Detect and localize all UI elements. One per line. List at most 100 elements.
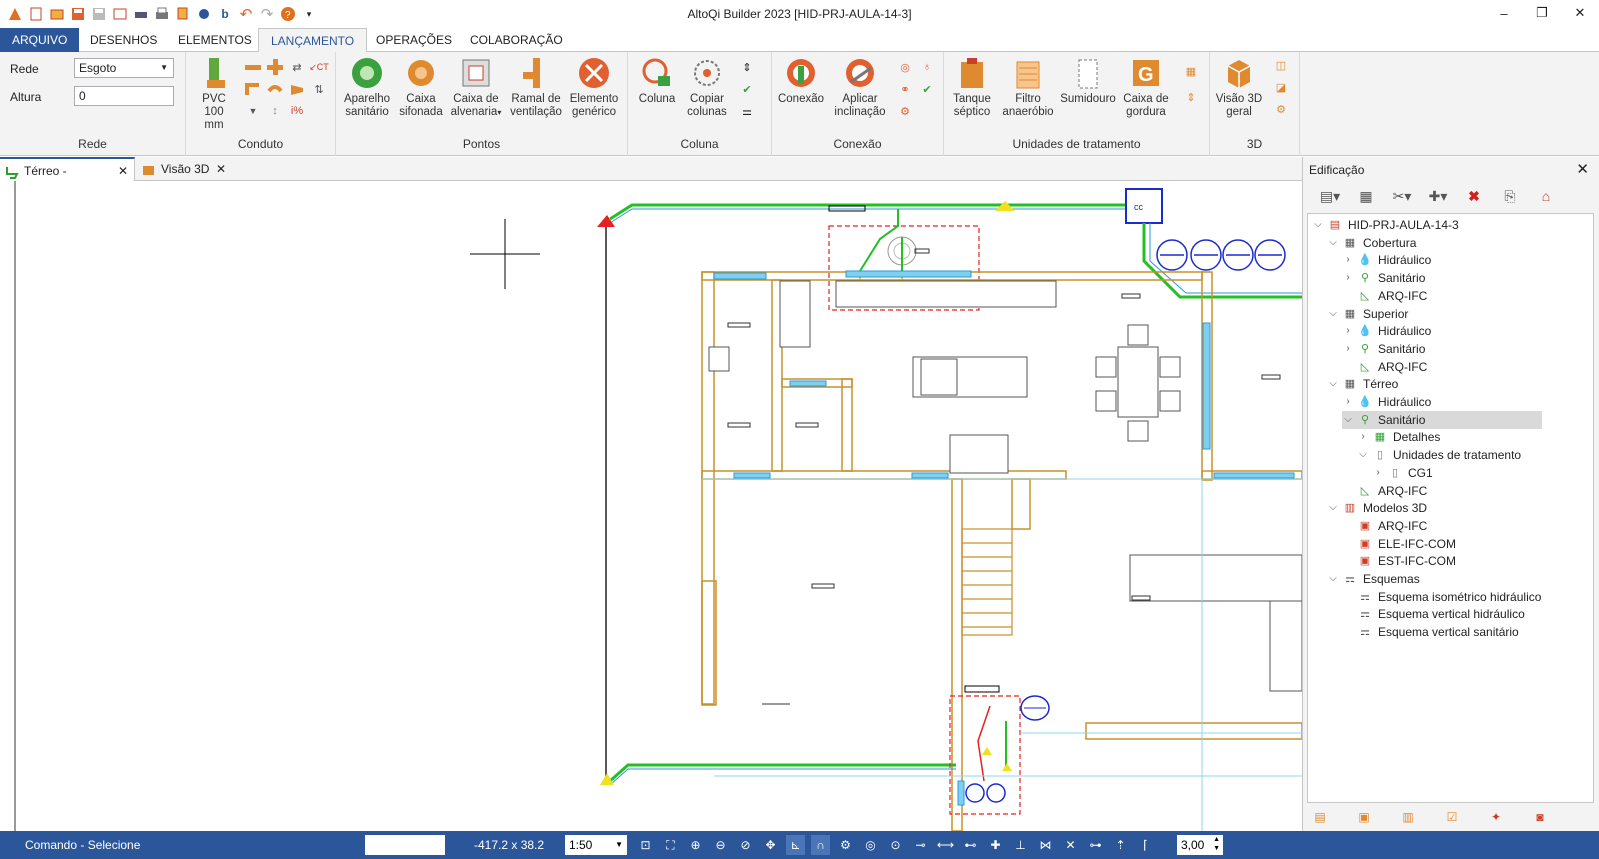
chevron-down-icon[interactable]: ⌵	[1357, 446, 1369, 464]
chevron-down-icon[interactable]: ⌵	[1327, 570, 1339, 588]
chevron-down-icon[interactable]: ⌵	[1327, 305, 1339, 323]
tree-item[interactable]: ⌵ ▦ Térreo	[1327, 375, 1398, 393]
snap-intersection-icon[interactable]: ✚	[986, 835, 1005, 855]
tree-item[interactable]: ⌵ ▯ Unidades de tratamento	[1357, 446, 1521, 464]
tree-item[interactable]: ⚎ Esquema vertical hidráulico	[1342, 605, 1525, 623]
caixa-alvenaria-button[interactable]: Caixa de alvenaria▾	[448, 56, 504, 119]
elemento-generico-button[interactable]: Elemento genérico	[566, 56, 622, 119]
filter-fix-icon[interactable]: ▦	[1182, 62, 1200, 80]
panel-close-icon[interactable]: ✕	[1576, 160, 1589, 178]
sumidouro-button[interactable]: Sumidouro	[1058, 56, 1118, 106]
tee-icon[interactable]	[266, 58, 284, 76]
aparelho-sanitario-button[interactable]: Aparelho sanitário	[340, 56, 394, 119]
pin-icon[interactable]: ♁	[918, 58, 936, 76]
close-tab-icon[interactable]: ✕	[118, 159, 128, 183]
tree-item[interactable]: ⌵ ▤ HID-PRJ-AULA-14-3	[1312, 216, 1459, 234]
tree-item[interactable]: ▣ ELE-IFC-COM	[1342, 535, 1456, 553]
chevron-right-icon[interactable]: ›	[1342, 322, 1354, 340]
altura-input[interactable]: 0	[74, 86, 174, 106]
percent-icon[interactable]: i%	[288, 102, 306, 120]
tab-lancamento[interactable]: LANÇAMENTO	[258, 28, 368, 53]
tree-item[interactable]: › 💧 Hidráulico	[1342, 251, 1431, 269]
close-button[interactable]: ✕	[1561, 0, 1599, 26]
chevron-down-icon[interactable]: ⌵	[1327, 375, 1339, 393]
spinner-icon[interactable]: ▲ ▼	[1213, 835, 1220, 853]
tree-item[interactable]: › 💧 Hidráulico	[1342, 322, 1431, 340]
caixa-gordura-button[interactable]: G Caixa de gordura	[1118, 56, 1174, 119]
tab-visao-3d[interactable]: Visão 3D ✕	[137, 157, 232, 181]
minimize-button[interactable]: –	[1485, 0, 1523, 26]
tree-item[interactable]: ⌵ ▦ Cobertura	[1327, 234, 1416, 252]
chevron-right-icon[interactable]: ›	[1372, 464, 1384, 482]
floor-add-icon[interactable]: ▦	[1355, 185, 1377, 207]
curve-icon[interactable]	[266, 80, 284, 98]
tree-item[interactable]: › ▦ Detalhes	[1357, 428, 1440, 446]
view-3d-small-icon[interactable]: ◫	[1272, 56, 1290, 74]
snap-circle-icon[interactable]: ⊙	[886, 835, 905, 855]
validate-icon[interactable]: ✔	[918, 80, 936, 98]
view-3d-cut-icon[interactable]: ◪	[1272, 78, 1290, 96]
snap-perpendicular-icon[interactable]: ⊥	[1011, 835, 1030, 855]
slope-down-icon[interactable]: ▼	[244, 102, 262, 120]
properties-icon[interactable]: ✦	[1485, 807, 1507, 827]
fittings-icon[interactable]: ⚭	[896, 80, 914, 98]
tree-item[interactable]: › ⚲ Sanitário	[1342, 269, 1425, 287]
view-mode-icon[interactable]: ▤▾	[1319, 185, 1341, 207]
tree-item[interactable]: ⚎ Esquema isométrico hidráulico	[1342, 588, 1541, 606]
zoom-extents-icon[interactable]: ⛶	[661, 835, 680, 855]
zoom-out-icon[interactable]: ⊖	[711, 835, 730, 855]
tree-item[interactable]: ⌵ ⚲ Sanitário	[1342, 410, 1542, 429]
command-input[interactable]	[365, 835, 445, 855]
scale-select[interactable]: 1:50 ▼	[565, 835, 627, 855]
tab-terreo-sanitario[interactable]: Térreo - Sanitário ✕	[0, 157, 135, 202]
zoom-previous-icon[interactable]: ⊘	[736, 835, 755, 855]
tab-arquivo[interactable]: ARQUIVO	[0, 28, 80, 52]
chevron-right-icon[interactable]: ›	[1357, 428, 1369, 446]
snap-cross-icon[interactable]: ✕	[1061, 835, 1080, 855]
view-3d-settings-icon[interactable]: ⚙	[1272, 100, 1290, 118]
copiar-colunas-button[interactable]: Copiar colunas	[684, 56, 730, 119]
elbow-icon[interactable]	[244, 80, 262, 98]
aplicar-inclinacao-button[interactable]: Aplicar inclinação	[830, 56, 890, 119]
tab-elementos[interactable]: ELEMENTOS	[166, 28, 264, 52]
building-icon[interactable]: ⌂	[1535, 185, 1557, 207]
chevron-down-icon[interactable]: ⌵	[1327, 499, 1339, 517]
chevron-right-icon[interactable]: ›	[1342, 269, 1354, 287]
column-split-icon[interactable]: ⚌	[738, 102, 756, 120]
snap-extension-icon[interactable]: ⇡	[1111, 835, 1130, 855]
level-tank-icon[interactable]: ⇕	[1182, 88, 1200, 106]
pvc-100-button[interactable]: PVC 100 mm	[192, 56, 236, 132]
tree-item[interactable]: ▣ ARQ-IFC	[1342, 517, 1428, 535]
drawing-canvas[interactable]: cc	[0, 181, 1302, 831]
tree-item[interactable]: ⌵ ▦ Superior	[1327, 305, 1408, 323]
close-tab-icon[interactable]: ✕	[216, 157, 226, 181]
snap-center-icon[interactable]: ◎	[861, 835, 880, 855]
drawings-icon[interactable]: ▥	[1397, 807, 1419, 827]
snap-mid-icon[interactable]: ⟷	[936, 835, 955, 855]
zoom-in-icon[interactable]: ⊕	[686, 835, 705, 855]
tanque-septico-button[interactable]: Tanque séptico	[948, 56, 996, 119]
height-value-input[interactable]: 3,00 ▲ ▼	[1177, 835, 1223, 855]
tab-desenhos[interactable]: DESENHOS	[78, 28, 169, 52]
tree-item[interactable]: › ▯ CG1	[1372, 464, 1432, 482]
tree-item[interactable]: ⚎ Esquema vertical sanitário	[1342, 623, 1519, 641]
route-icon[interactable]: ⇅	[310, 80, 328, 98]
reducer-icon[interactable]	[288, 80, 306, 98]
chevron-right-icon[interactable]: ›	[1342, 393, 1354, 411]
settings-icon[interactable]: ⚙	[836, 835, 855, 855]
chevron-right-icon[interactable]: ›	[1342, 340, 1354, 358]
tree-view-icon[interactable]: ▤	[1309, 807, 1331, 827]
chevron-down-icon[interactable]: ⌵	[1342, 411, 1354, 429]
delete-icon[interactable]: ✖	[1463, 185, 1485, 207]
snap-node-icon[interactable]: ⊷	[961, 835, 980, 855]
gear-fitting-icon[interactable]: ⚙	[896, 102, 914, 120]
tab-operacoes[interactable]: OPERAÇÕES	[364, 28, 464, 52]
tree-item[interactable]: › 💧 Hidráulico	[1342, 393, 1431, 411]
snap-tangent-icon[interactable]: ⊶	[1086, 835, 1105, 855]
visao-3d-geral-button[interactable]: Visão 3D geral	[1214, 56, 1264, 119]
height-icon[interactable]: ⌈	[1136, 835, 1155, 855]
tree-item[interactable]: ◺ ARQ-IFC	[1342, 287, 1428, 305]
snap-nearest-icon[interactable]: ⋈	[1036, 835, 1055, 855]
ct-icon[interactable]: ↙CT	[309, 58, 329, 76]
coluna-button[interactable]: Coluna	[634, 56, 680, 106]
